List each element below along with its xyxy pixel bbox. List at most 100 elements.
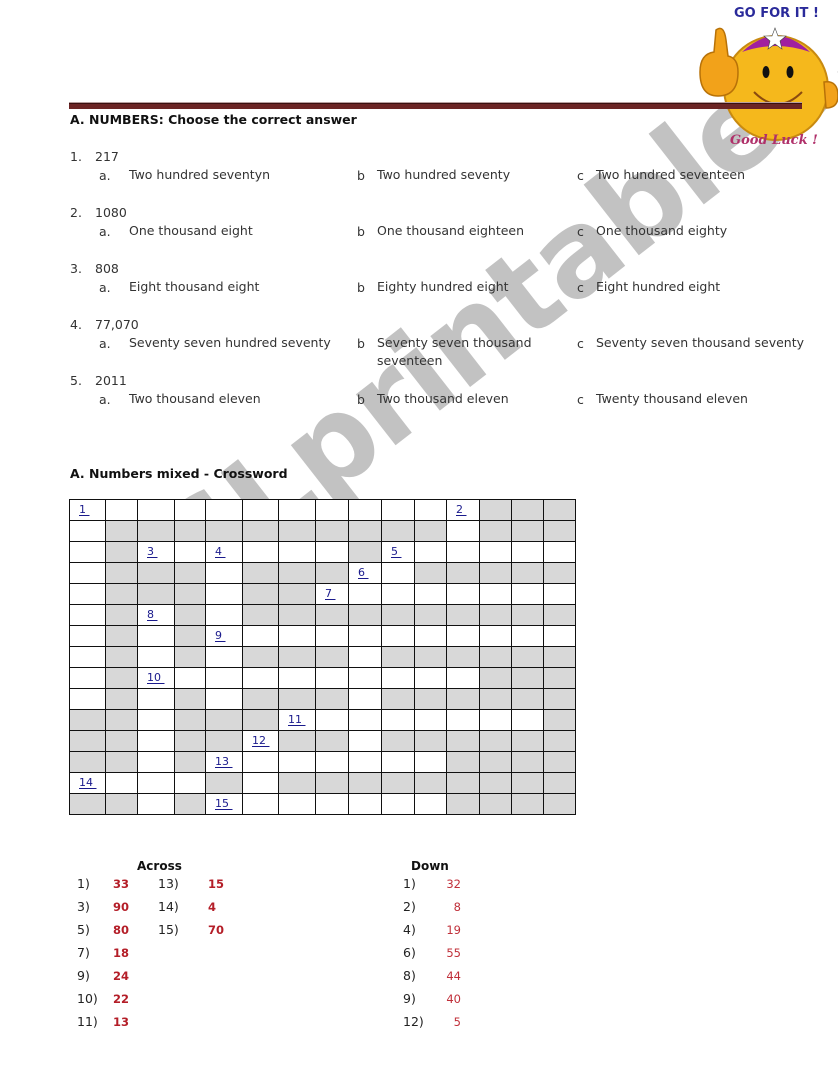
grid-cell[interactable] (414, 667, 447, 689)
grid-cell[interactable] (69, 562, 106, 584)
grid-cell[interactable] (479, 541, 512, 563)
grid-cell[interactable] (381, 709, 415, 731)
grid-cell[interactable] (205, 499, 243, 521)
grid-cell[interactable] (348, 730, 382, 752)
grid-cell[interactable]: 14 (69, 772, 106, 794)
grid-cell[interactable] (205, 562, 243, 584)
grid-cell[interactable] (511, 709, 544, 731)
grid-cell[interactable] (174, 667, 206, 689)
grid-cell[interactable] (315, 751, 349, 773)
grid-cell[interactable] (69, 583, 106, 605)
grid-cell[interactable]: 4 (205, 541, 243, 563)
grid-cell[interactable] (315, 499, 349, 521)
grid-cell[interactable]: 5 (381, 541, 415, 563)
grid-cell[interactable]: 6 (348, 562, 382, 584)
grid-cell[interactable] (381, 751, 415, 773)
grid-cell[interactable] (414, 583, 447, 605)
grid-cell[interactable]: 11 (278, 709, 316, 731)
grid-cell[interactable] (348, 499, 382, 521)
grid-cell[interactable] (205, 646, 243, 668)
grid-cell[interactable] (105, 499, 138, 521)
grid-cell[interactable] (137, 625, 175, 647)
grid-cell[interactable] (446, 583, 480, 605)
grid-cell[interactable] (348, 709, 382, 731)
grid-cell[interactable] (278, 793, 316, 815)
grid-cell[interactable] (381, 793, 415, 815)
grid-cell[interactable] (446, 625, 480, 647)
grid-cell[interactable] (479, 625, 512, 647)
grid-cell[interactable] (242, 772, 279, 794)
grid-cell[interactable] (137, 709, 175, 731)
grid-cell[interactable]: 15 (205, 793, 243, 815)
grid-cell[interactable] (242, 541, 279, 563)
grid-cell[interactable] (414, 499, 447, 521)
grid-cell[interactable] (69, 646, 106, 668)
grid-cell[interactable] (348, 625, 382, 647)
grid-cell[interactable] (242, 667, 279, 689)
grid-cell[interactable] (278, 625, 316, 647)
grid-cell[interactable] (479, 709, 512, 731)
grid-cell[interactable]: 1 (69, 499, 106, 521)
grid-cell[interactable] (543, 625, 576, 647)
grid-cell[interactable] (348, 793, 382, 815)
grid-cell[interactable] (315, 793, 349, 815)
grid-cell[interactable] (242, 499, 279, 521)
grid-cell[interactable] (242, 751, 279, 773)
grid-cell[interactable] (242, 793, 279, 815)
grid-cell[interactable] (381, 667, 415, 689)
grid-cell[interactable] (446, 520, 480, 542)
grid-cell[interactable] (348, 688, 382, 710)
grid-cell[interactable] (381, 562, 415, 584)
grid-cell[interactable] (69, 541, 106, 563)
grid-cell[interactable]: 3 (137, 541, 175, 563)
grid-cell[interactable] (348, 583, 382, 605)
grid-cell[interactable] (348, 646, 382, 668)
grid-cell[interactable] (511, 625, 544, 647)
grid-cell[interactable] (414, 625, 447, 647)
grid-cell[interactable] (278, 751, 316, 773)
grid-cell[interactable]: 9 (205, 625, 243, 647)
grid-cell[interactable] (205, 667, 243, 689)
grid-cell[interactable]: 7 (315, 583, 349, 605)
grid-cell[interactable] (137, 793, 175, 815)
grid-cell[interactable]: 2 (446, 499, 480, 521)
grid-cell[interactable] (69, 688, 106, 710)
grid-cell[interactable]: 8 (137, 604, 175, 626)
grid-cell[interactable] (414, 751, 447, 773)
grid-cell[interactable] (348, 751, 382, 773)
grid-cell[interactable] (174, 541, 206, 563)
grid-cell[interactable] (174, 772, 206, 794)
grid-cell[interactable] (105, 772, 138, 794)
grid-cell[interactable] (205, 688, 243, 710)
grid-cell[interactable] (174, 499, 206, 521)
grid-cell[interactable] (348, 667, 382, 689)
grid-cell[interactable] (137, 730, 175, 752)
grid-cell[interactable] (242, 625, 279, 647)
grid-cell[interactable] (137, 688, 175, 710)
grid-cell[interactable] (315, 667, 349, 689)
grid-cell[interactable]: 12 (242, 730, 279, 752)
grid-cell[interactable] (205, 604, 243, 626)
grid-cell[interactable] (511, 583, 544, 605)
grid-cell[interactable] (69, 667, 106, 689)
grid-cell[interactable] (278, 667, 316, 689)
grid-cell[interactable] (414, 793, 447, 815)
grid-cell[interactable] (511, 541, 544, 563)
grid-cell[interactable] (446, 709, 480, 731)
grid-cell[interactable] (137, 772, 175, 794)
grid-cell[interactable] (446, 667, 480, 689)
grid-cell[interactable] (137, 499, 175, 521)
grid-cell[interactable] (414, 709, 447, 731)
grid-cell[interactable] (315, 709, 349, 731)
grid-cell[interactable] (69, 625, 106, 647)
grid-cell[interactable] (446, 541, 480, 563)
grid-cell[interactable] (479, 583, 512, 605)
grid-cell[interactable] (381, 499, 415, 521)
grid-cell[interactable] (315, 541, 349, 563)
grid-cell[interactable] (278, 499, 316, 521)
grid-cell[interactable] (278, 541, 316, 563)
grid-cell[interactable] (414, 541, 447, 563)
grid-cell[interactable] (205, 583, 243, 605)
grid-cell[interactable]: 10 (137, 667, 175, 689)
grid-cell[interactable] (315, 625, 349, 647)
